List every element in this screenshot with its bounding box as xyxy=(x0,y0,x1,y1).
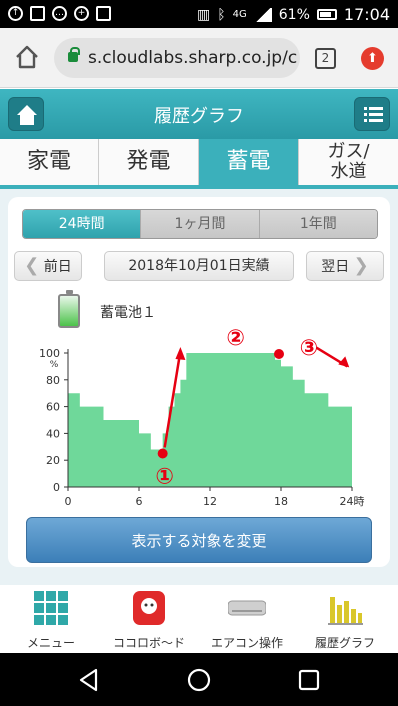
annotation-point-1 xyxy=(157,448,168,459)
tab-switcher-button[interactable]: 2 xyxy=(315,48,336,69)
signal-icon xyxy=(253,7,272,22)
url-bar[interactable]: s.cloudlabs.sharp.co.jp/c xyxy=(54,38,300,78)
y-axis-unit: % xyxy=(50,360,59,370)
nav-menu-label: メニュー xyxy=(26,636,75,650)
tab-gas-water[interactable]: ガス/ 水道 xyxy=(299,139,398,185)
nav-history-label: 履歴グラフ xyxy=(314,636,375,650)
page-title: 履歴グラフ xyxy=(154,106,244,127)
browser-menu-icon[interactable]: ⬆ xyxy=(361,47,384,70)
android-nav-bar xyxy=(0,653,398,706)
tab-appliances[interactable]: 家電 xyxy=(0,139,99,185)
tab-storage[interactable]: 蓄電 xyxy=(199,139,299,185)
x-tick-label: 24時 xyxy=(340,495,365,508)
annotation-label-1: ① xyxy=(155,464,174,489)
system-icons: ▥ ᛒ 4G 61% 17:04 xyxy=(197,5,390,24)
history-graph-icon xyxy=(328,597,363,625)
home-circle-icon[interactable] xyxy=(186,667,212,693)
y-tick-label: 20 xyxy=(46,454,60,467)
image-icon xyxy=(30,6,45,21)
tab-generation[interactable]: 発電 xyxy=(99,139,199,185)
menu-button[interactable] xyxy=(354,97,390,131)
x-tick-label: 18 xyxy=(274,495,288,508)
y-tick-label: 100 xyxy=(39,347,60,360)
x-tick-label: 0 xyxy=(65,495,72,508)
storage-chart: 0 20 40 60 80 100% 0 6 12 18 24時 ① ② ③ xyxy=(39,326,365,508)
nav-cocorobo[interactable]: ココロボ～ド xyxy=(104,591,194,651)
notification-icons: ↑ … + xyxy=(8,6,111,21)
storage-level-area xyxy=(68,353,352,487)
battery-icon xyxy=(316,9,337,20)
hamburger-icon xyxy=(364,107,383,122)
annotation-label-2: ② xyxy=(226,326,245,351)
category-tabs: 家電 発電 蓄電 ガス/ 水道 xyxy=(0,139,398,189)
cocorobo-icon xyxy=(133,591,165,625)
status-bar: ↑ … + ▥ ᛒ 4G 61% 17:04 xyxy=(0,0,398,28)
y-tick-label: 0 xyxy=(53,481,60,494)
x-tick-label: 12 xyxy=(203,495,217,508)
bluetooth-icon: ᛒ xyxy=(217,6,226,23)
annotation-arrowhead-1 xyxy=(175,347,186,360)
nav-cocorobo-label: ココロボ～ド xyxy=(112,636,185,650)
url-text: s.cloudlabs.sharp.co.jp/c xyxy=(88,48,298,68)
clock: 17:04 xyxy=(343,5,390,24)
back-icon[interactable] xyxy=(76,667,102,693)
recents-icon[interactable] xyxy=(296,667,322,693)
nav-menu[interactable]: メニュー xyxy=(6,591,96,651)
x-tick-label: 6 xyxy=(136,495,143,508)
nav-history[interactable]: 履歴グラフ xyxy=(300,591,390,651)
app-header: 履歴グラフ xyxy=(0,89,398,139)
phone-icon xyxy=(96,6,111,21)
annotation-point-3 xyxy=(274,349,284,359)
change-target-button[interactable]: 表示する対象を変更 xyxy=(26,517,372,563)
nav-aircon-label: エアコン操作 xyxy=(210,636,283,650)
bottom-nav: メニュー ココロボ～ド エアコン操作 履歴グラフ xyxy=(0,585,398,653)
add-circle-icon: + xyxy=(74,6,89,21)
battery-percent: 61% xyxy=(278,6,310,23)
menu-grid-icon xyxy=(34,591,68,625)
network-type: 4G xyxy=(232,9,247,20)
upload-icon: ↑ xyxy=(8,6,23,21)
aircon-icon xyxy=(227,600,267,616)
vibrate-icon: ▥ xyxy=(197,6,211,23)
content-area: 24時間 1ヶ月間 1年間 ❮ 前日 2018年10月01日実績 翌日 ❯ 蓄電… xyxy=(0,189,398,585)
lock-icon xyxy=(68,47,80,62)
y-tick-label: 60 xyxy=(46,401,60,414)
graph-panel: 24時間 1ヶ月間 1年間 ❮ 前日 2018年10月01日実績 翌日 ❯ 蓄電… xyxy=(8,197,390,567)
annotation-label-3: ③ xyxy=(300,336,319,361)
browser-home-icon[interactable] xyxy=(14,44,40,70)
nav-aircon[interactable]: エアコン操作 xyxy=(202,591,292,651)
browser-toolbar: s.cloudlabs.sharp.co.jp/c 2 ⬆ xyxy=(0,28,398,88)
y-tick-label: 40 xyxy=(46,427,60,440)
y-tick-label: 80 xyxy=(46,374,60,387)
chat-icon: … xyxy=(52,6,67,21)
